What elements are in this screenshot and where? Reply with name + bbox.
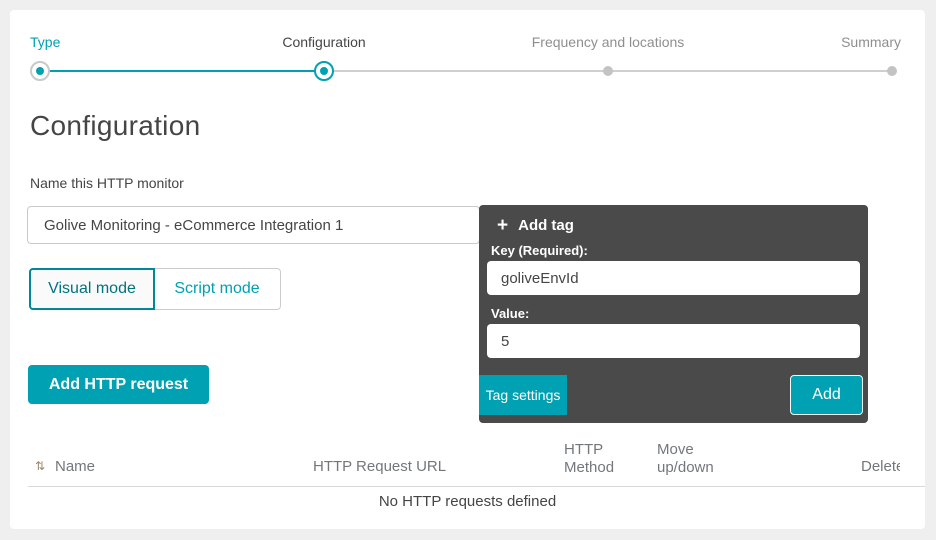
step-dot-type[interactable]: [30, 61, 50, 81]
step-dot-frequency: [603, 66, 613, 76]
step-label-configuration: Configuration: [282, 34, 365, 50]
tag-key-label: Key (Required):: [491, 243, 588, 258]
step-label-summary: Summary: [841, 34, 901, 50]
monitor-name-input[interactable]: [27, 206, 480, 244]
plus-icon: +: [497, 216, 508, 235]
add-http-request-button[interactable]: Add HTTP request: [28, 365, 209, 404]
visual-mode-button[interactable]: Visual mode: [29, 268, 155, 310]
column-header-method: HTTP Method: [564, 441, 628, 477]
monitor-name-label: Name this HTTP monitor: [30, 175, 184, 191]
add-tag-header: + Add tag: [497, 216, 574, 235]
add-tag-title: Add tag: [518, 217, 574, 234]
tag-settings-button[interactable]: Tag settings: [479, 375, 567, 415]
page-title: Configuration: [30, 110, 200, 142]
sort-icon[interactable]: ⇅: [35, 459, 45, 473]
tag-value-label: Value:: [491, 306, 529, 321]
step-label-frequency: Frequency and locations: [532, 34, 685, 50]
add-tag-panel: + Add tag Key (Required): Value: Tag set…: [479, 205, 868, 423]
wizard-card: Type Configuration Frequency and locatio…: [10, 10, 925, 529]
column-header-name: Name: [55, 458, 95, 475]
tag-value-input[interactable]: [487, 324, 860, 358]
column-header-url: HTTP Request URL: [313, 458, 446, 475]
column-header-move: Move up/down: [657, 441, 729, 477]
step-dot-configuration[interactable]: [314, 61, 334, 81]
stepper-line-completed: [40, 70, 324, 72]
empty-table-message: No HTTP requests defined: [10, 493, 925, 510]
column-header-delete: Delete: [861, 458, 900, 475]
step-label-type[interactable]: Type: [30, 34, 60, 50]
script-mode-button[interactable]: Script mode: [154, 268, 281, 310]
table-header-divider: [28, 486, 925, 487]
tag-add-button[interactable]: Add: [790, 375, 863, 415]
step-dot-summary: [887, 66, 897, 76]
tag-key-input[interactable]: [487, 261, 860, 295]
